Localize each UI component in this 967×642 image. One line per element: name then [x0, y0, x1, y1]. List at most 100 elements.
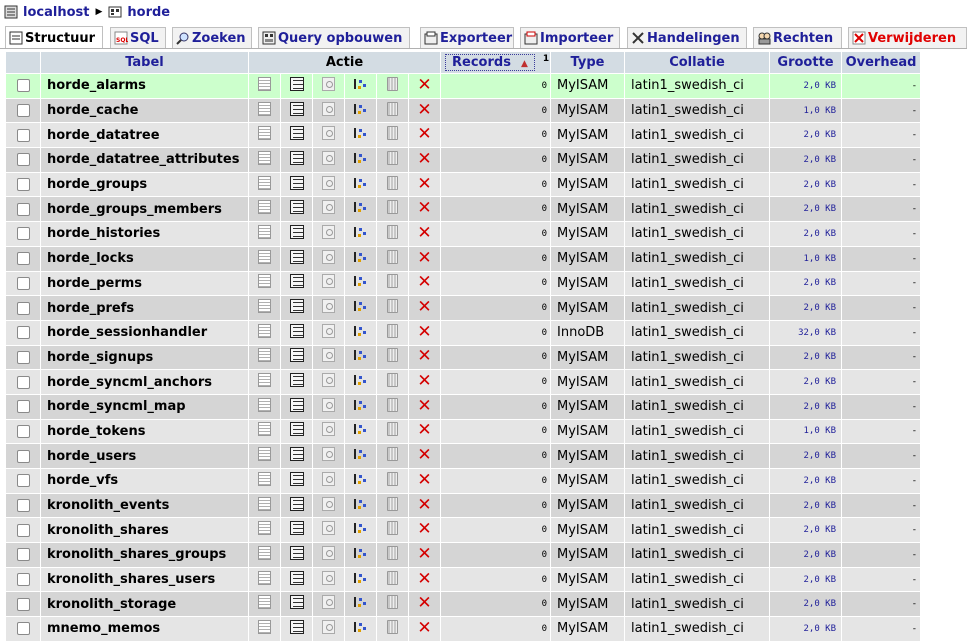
insert-icon[interactable]: [353, 521, 368, 536]
search-icon[interactable]: [322, 373, 335, 388]
row-checkbox[interactable]: [16, 424, 30, 438]
search-icon[interactable]: [322, 224, 335, 239]
tab-sql[interactable]: SQL SQL: [110, 27, 166, 48]
row-checkbox[interactable]: [16, 252, 30, 266]
size-link[interactable]: 32,0 KB: [770, 320, 842, 345]
drop-table-icon[interactable]: ✕: [417, 371, 431, 391]
insert-icon[interactable]: [353, 595, 368, 610]
insert-icon[interactable]: [353, 76, 368, 91]
empty-table-icon[interactable]: [387, 101, 398, 116]
row-checkbox[interactable]: [16, 276, 30, 290]
structure-icon[interactable]: [289, 175, 304, 190]
size-link[interactable]: 1,0 KB: [770, 98, 842, 123]
empty-table-icon[interactable]: [387, 595, 398, 610]
records-sort-link[interactable]: Records ▲: [445, 54, 535, 71]
drop-table-icon[interactable]: ✕: [417, 396, 431, 416]
browse-icon[interactable]: [258, 397, 271, 412]
empty-table-icon[interactable]: [387, 150, 398, 165]
search-icon[interactable]: [322, 76, 335, 91]
row-checkbox[interactable]: [16, 153, 30, 167]
header-grootte[interactable]: Grootte: [770, 52, 842, 73]
structure-icon[interactable]: [289, 545, 304, 560]
row-checkbox[interactable]: [16, 375, 30, 389]
insert-icon[interactable]: [353, 447, 368, 462]
search-icon[interactable]: [322, 323, 335, 338]
drop-table-icon[interactable]: ✕: [417, 124, 431, 144]
table-name-link[interactable]: horde_datatree: [41, 123, 248, 148]
table-name-link[interactable]: horde_perms: [41, 271, 248, 296]
insert-icon[interactable]: [353, 224, 368, 239]
search-icon[interactable]: [322, 521, 335, 536]
size-link[interactable]: 2,0 KB: [770, 592, 842, 617]
search-icon[interactable]: [322, 175, 335, 190]
structure-icon[interactable]: [289, 521, 304, 536]
empty-table-icon[interactable]: [387, 471, 398, 486]
structure-icon[interactable]: [289, 397, 304, 412]
size-link[interactable]: 2,0 KB: [770, 370, 842, 394]
browse-icon[interactable]: [258, 200, 271, 215]
header-type[interactable]: Type: [551, 52, 625, 73]
insert-icon[interactable]: [353, 348, 368, 363]
size-link[interactable]: 2,0 KB: [770, 148, 842, 172]
empty-table-icon[interactable]: [387, 126, 398, 141]
table-name-link[interactable]: horde_alarms: [41, 74, 248, 98]
tab-structuur[interactable]: Structuur: [5, 26, 103, 49]
structure-icon[interactable]: [289, 496, 304, 511]
browse-icon[interactable]: [258, 101, 271, 116]
structure-icon[interactable]: [289, 570, 304, 585]
insert-icon[interactable]: [353, 150, 368, 165]
size-link[interactable]: 2,0 KB: [770, 567, 842, 592]
structure-icon[interactable]: [289, 595, 304, 610]
size-link[interactable]: 2,0 KB: [770, 617, 842, 641]
insert-icon[interactable]: [353, 101, 368, 116]
table-name-link[interactable]: horde_vfs: [41, 469, 248, 493]
structure-icon[interactable]: [289, 299, 304, 314]
drop-table-icon[interactable]: ✕: [417, 495, 431, 515]
insert-icon[interactable]: [353, 126, 368, 141]
insert-icon[interactable]: [353, 496, 368, 511]
structure-icon[interactable]: [289, 150, 304, 165]
drop-table-icon[interactable]: ✕: [417, 445, 431, 465]
browse-icon[interactable]: [258, 521, 271, 536]
drop-table-icon[interactable]: ✕: [417, 149, 431, 169]
size-link[interactable]: 2,0 KB: [770, 444, 842, 468]
search-icon[interactable]: [322, 422, 335, 437]
browse-icon[interactable]: [258, 175, 271, 190]
browse-icon[interactable]: [258, 224, 271, 239]
drop-table-icon[interactable]: ✕: [417, 174, 431, 194]
table-name-link[interactable]: horde_syncml_map: [41, 394, 248, 419]
table-name-link[interactable]: horde_histories: [41, 222, 248, 246]
insert-icon[interactable]: [353, 545, 368, 560]
search-icon[interactable]: [322, 348, 335, 363]
search-icon[interactable]: [322, 101, 335, 116]
breadcrumb-database-link[interactable]: horde: [127, 5, 170, 20]
search-icon[interactable]: [322, 126, 335, 141]
insert-icon[interactable]: [353, 323, 368, 338]
browse-icon[interactable]: [258, 570, 271, 585]
drop-table-icon[interactable]: ✕: [417, 100, 431, 120]
table-name-link[interactable]: kronolith_events: [41, 493, 248, 518]
table-name-link[interactable]: horde_sessionhandler: [41, 320, 248, 345]
search-icon[interactable]: [322, 595, 335, 610]
drop-table-icon[interactable]: ✕: [417, 297, 431, 317]
table-name-link[interactable]: horde_locks: [41, 246, 248, 271]
drop-table-icon[interactable]: ✕: [417, 569, 431, 589]
size-link[interactable]: 1,0 KB: [770, 246, 842, 271]
structure-icon[interactable]: [289, 200, 304, 215]
tab-rechten[interactable]: Rechten: [753, 27, 842, 48]
table-name-link[interactable]: horde_prefs: [41, 296, 248, 320]
search-icon[interactable]: [322, 150, 335, 165]
row-checkbox[interactable]: [16, 449, 30, 463]
header-tabel[interactable]: Tabel: [41, 52, 248, 73]
table-name-link[interactable]: horde_users: [41, 444, 248, 468]
size-link[interactable]: 2,0 KB: [770, 543, 842, 567]
size-link[interactable]: 2,0 KB: [770, 172, 842, 197]
size-link[interactable]: 2,0 KB: [770, 271, 842, 296]
browse-icon[interactable]: [258, 348, 271, 363]
row-checkbox[interactable]: [16, 573, 30, 587]
table-name-link[interactable]: horde_groups: [41, 172, 248, 197]
empty-table-icon[interactable]: [387, 299, 398, 314]
empty-table-icon[interactable]: [387, 175, 398, 190]
table-name-link[interactable]: horde_signups: [41, 345, 248, 370]
table-name-link[interactable]: kronolith_shares_groups: [41, 543, 248, 567]
